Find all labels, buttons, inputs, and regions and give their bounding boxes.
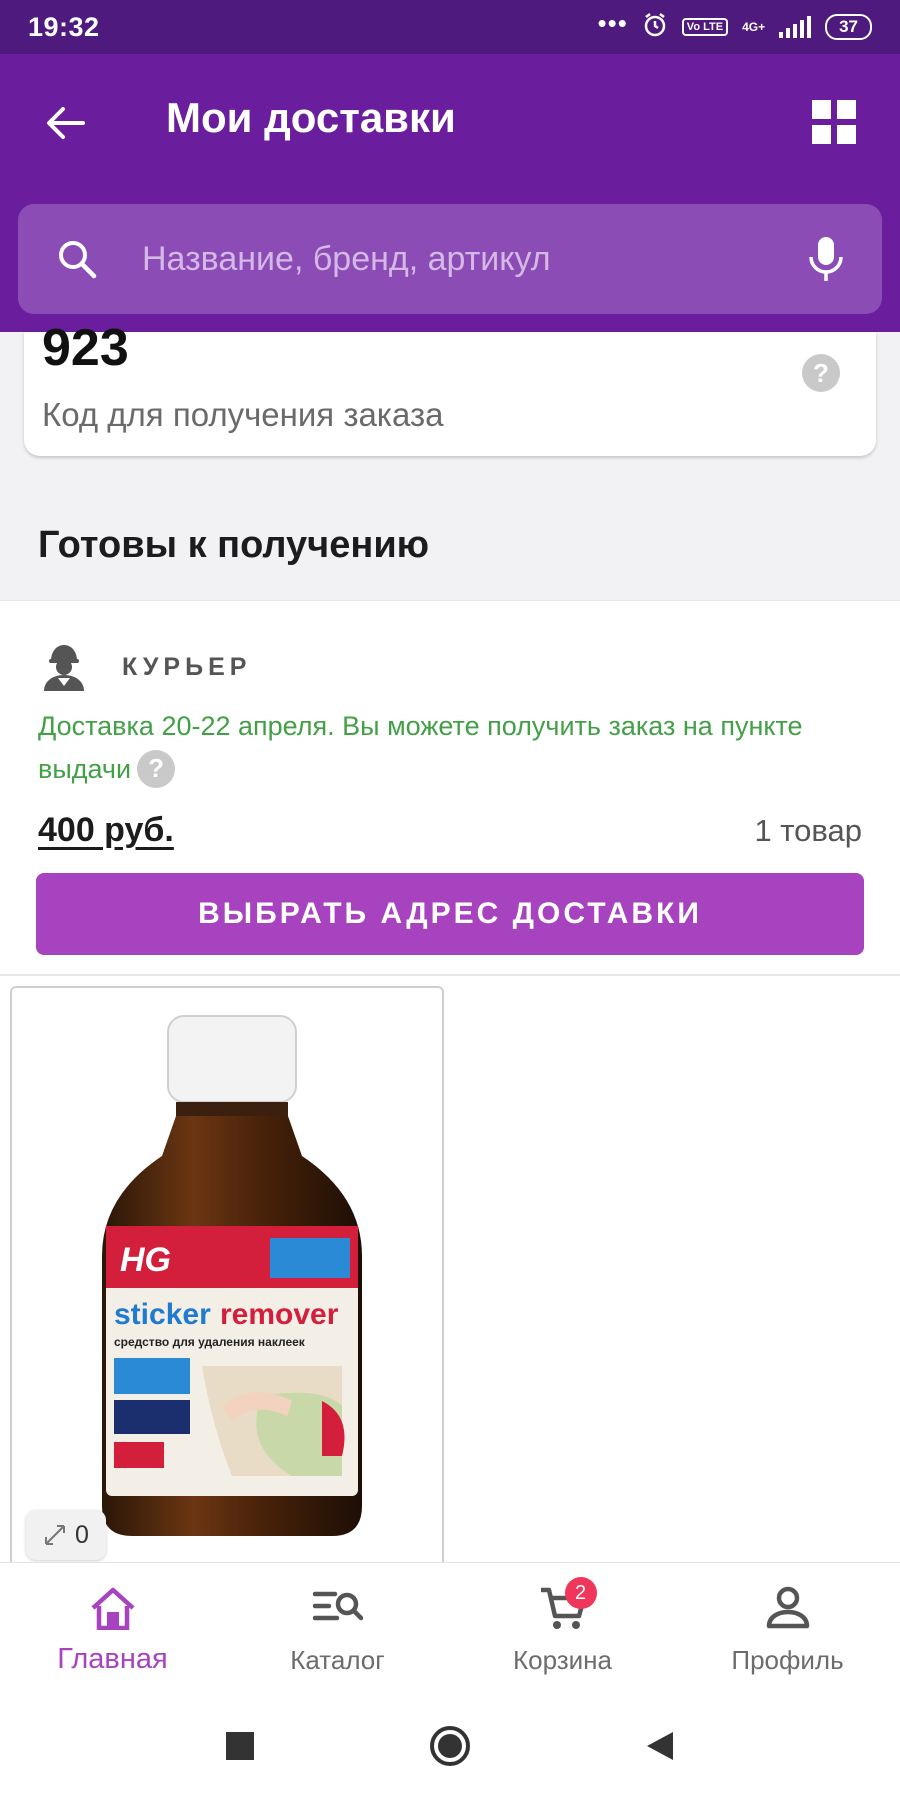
triangle-back-icon (647, 1732, 673, 1760)
alarm-icon (642, 12, 668, 42)
app-header: Мои доставки (0, 54, 900, 332)
help-icon[interactable]: ? (137, 749, 176, 788)
square-icon (226, 1732, 254, 1760)
select-delivery-address-button[interactable]: ВЫБРАТЬ АДРЕС ДОСТАВКИ (36, 873, 864, 955)
recent-apps-button[interactable] (215, 1721, 265, 1771)
product-list: HG sticker remover средство для удаления… (0, 976, 900, 1576)
back-button[interactable] (38, 96, 92, 150)
pickup-code-card: 923 Код для получения заказа ? (24, 319, 876, 456)
zoom-badge[interactable]: 0 (26, 1510, 106, 1560)
delivery-block: КУРЬЕР Доставка 20-22 апреля. Вы можете … (0, 600, 900, 976)
grid-view-button[interactable] (808, 96, 860, 148)
nav-label: Главная (57, 1643, 168, 1675)
product-subtitle: средство для удаления наклеек (114, 1335, 306, 1349)
home-icon (85, 1583, 141, 1633)
pickup-code-label: Код для получения заказа (42, 396, 444, 433)
signal-icon (779, 16, 812, 38)
search-input[interactable] (142, 239, 808, 279)
nav-item-catalog[interactable]: Каталог (225, 1563, 450, 1692)
home-system-button[interactable] (425, 1721, 475, 1771)
delivery-type-label: КУРЬЕР (122, 653, 252, 681)
section-title: Готовы к получению (38, 524, 430, 566)
nav-label: Каталог (290, 1645, 385, 1675)
status-icons: ••• Vo LTE 4G+ 37 (597, 8, 872, 42)
status-time: 19:32 (28, 11, 100, 42)
cart-badge: 2 (564, 1577, 597, 1609)
zoom-count: 0 (75, 1520, 89, 1549)
network-type: 4G+ (742, 20, 766, 34)
more-notifications-icon: ••• (597, 8, 628, 38)
help-icon[interactable]: ? (802, 354, 840, 392)
bottom-nav: Главная Каталог 2 Корзина Профиль (0, 1562, 900, 1692)
nav-item-home[interactable]: Главная (0, 1563, 225, 1692)
system-nav (0, 1692, 900, 1800)
delivery-note: Доставка 20-22 апреля. Вы можете получит… (38, 705, 838, 791)
search-icon (59, 241, 97, 279)
arrow-left-icon (47, 107, 85, 139)
grid-icon (812, 100, 856, 144)
page-title: Мои доставки (166, 94, 456, 141)
product-card[interactable]: HG sticker remover средство для удаления… (10, 986, 444, 1576)
pickup-code: 923 (42, 319, 129, 377)
order-price[interactable]: 400 руб. (38, 811, 174, 850)
profile-icon (760, 1583, 816, 1633)
items-count: 1 товар (754, 813, 862, 848)
product-image: HG sticker remover средство для удаления… (102, 1015, 362, 1536)
search-bar[interactable] (18, 204, 882, 314)
nav-label: Профиль (731, 1645, 844, 1675)
cart-icon: 2 (535, 1577, 597, 1633)
status-bar: 19:32 ••• Vo LTE 4G+ 37 (0, 0, 900, 54)
nav-item-profile[interactable]: Профиль (675, 1563, 900, 1692)
product-name-line2: remover (220, 1298, 339, 1331)
nav-label: Корзина (512, 1645, 613, 1675)
circle-icon (430, 1726, 470, 1766)
nav-item-cart[interactable]: 2 Корзина (450, 1563, 675, 1692)
product-brand: HG (120, 1241, 171, 1279)
microphone-icon[interactable] (808, 235, 844, 283)
volte-icon: Vo LTE (681, 18, 729, 36)
courier-icon (44, 645, 84, 691)
catalog-search-icon (310, 1583, 366, 1633)
expand-icon (45, 1525, 66, 1545)
product-name-line1: sticker (114, 1298, 211, 1331)
back-system-button[interactable] (635, 1721, 685, 1771)
battery-icon: 37 (825, 14, 872, 40)
